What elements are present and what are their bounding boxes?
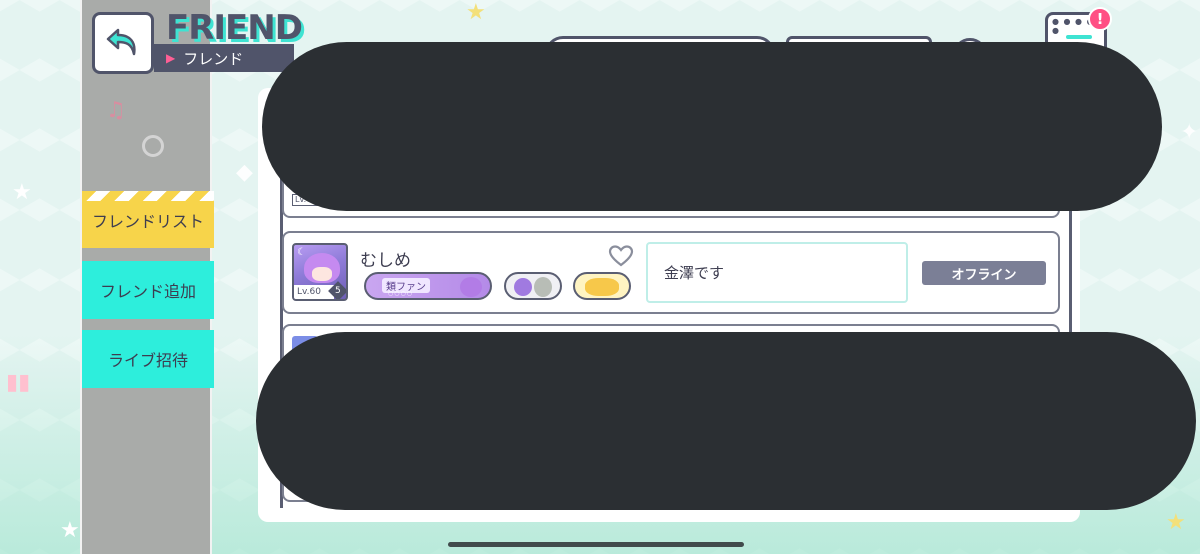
diamond-decoration-icon: ◆: [236, 160, 253, 185]
star-decoration-icon: ★: [466, 0, 486, 25]
notification-badge: !: [1088, 7, 1112, 31]
heart-outline-icon[interactable]: [608, 244, 634, 268]
music-note-icon: ♫: [106, 98, 126, 123]
moon-icon: ☾: [297, 247, 306, 258]
sidebar-item-friend-list[interactable]: フレンドリスト: [82, 191, 214, 248]
star-decoration-icon: ✦: [1180, 120, 1199, 145]
comment-text: 金澤です: [664, 264, 725, 282]
home-indicator[interactable]: [448, 542, 744, 547]
sidebar-item-label: ライブ招待: [107, 351, 188, 370]
page-subtitle: フレンド: [183, 49, 244, 68]
star-decoration-icon: ★: [60, 518, 80, 543]
triangle-icon: ▶: [166, 51, 176, 65]
friend-name: むしめ: [360, 251, 411, 271]
fan-badge-dots: ○○○○: [388, 290, 413, 297]
character-icon: [534, 277, 552, 297]
page-subtitle-bar: ▶ フレンド: [154, 44, 294, 72]
back-arrow-icon: [106, 28, 136, 56]
friend-comment: 金澤です: [646, 242, 908, 303]
avatar-level: Lv.60: [294, 285, 334, 299]
character-icon: [460, 277, 482, 297]
redaction-block: [256, 332, 1196, 510]
star-decoration-icon: ★: [12, 180, 32, 205]
sidebar-item-add-friend[interactable]: フレンド追加: [82, 261, 214, 319]
sidebar-item-label: フレンドリスト: [91, 211, 204, 231]
avatar-face: [312, 267, 332, 281]
achievement-icon: [585, 278, 619, 296]
sidebar-item-live-invite[interactable]: ライブ招待: [82, 330, 214, 388]
avatar[interactable]: ☾ Lv.60 5: [292, 243, 348, 301]
rank-value: 5: [335, 285, 341, 296]
fan-badge: 類ファン ○○○○: [364, 272, 492, 300]
page-title: FRIEND: [166, 8, 303, 48]
character-icon: [514, 278, 532, 296]
sidebar-item-label: フレンド追加: [99, 282, 196, 301]
back-button[interactable]: [92, 12, 154, 74]
disc-icon: [142, 135, 164, 157]
active-stripes: [82, 191, 214, 201]
sidebar: ♫ フレンドリスト フレンド追加 ライブ招待: [80, 0, 214, 554]
status-badge: オフライン: [922, 261, 1046, 285]
gold-badge: [573, 272, 631, 300]
star-decoration-icon: ★: [1166, 510, 1186, 535]
redaction-block: [262, 42, 1162, 211]
duo-badge: [504, 272, 562, 300]
equalizer-decoration-icon: ▮▮: [6, 370, 31, 395]
